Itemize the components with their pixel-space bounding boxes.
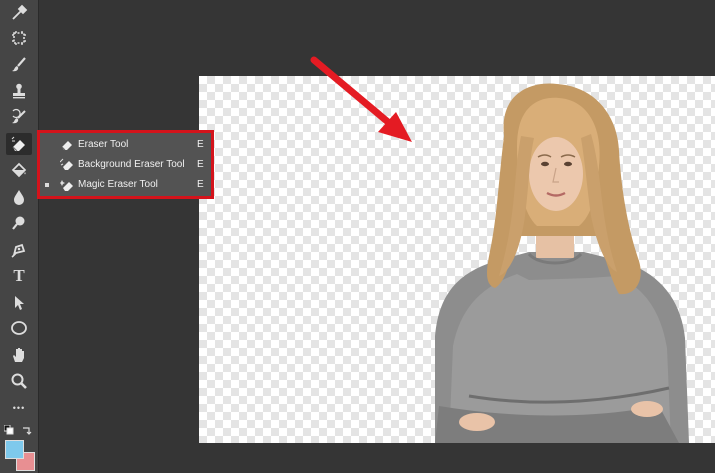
eyedropper-icon bbox=[12, 4, 28, 20]
background-eraser-icon bbox=[60, 158, 73, 170]
crop-tool[interactable] bbox=[6, 27, 32, 49]
paint-bucket-icon bbox=[11, 162, 27, 178]
hand-icon bbox=[13, 348, 24, 362]
blur-tool[interactable] bbox=[6, 186, 32, 208]
menu-item-magic-eraser-tool[interactable]: Magic Eraser Tool E bbox=[40, 175, 211, 195]
paint-bucket-tool[interactable] bbox=[6, 160, 32, 182]
default-colors-icon[interactable] bbox=[4, 425, 14, 435]
hand-tool[interactable] bbox=[6, 344, 32, 366]
document-canvas[interactable] bbox=[199, 76, 715, 443]
menu-item-label: Background Eraser Tool bbox=[78, 159, 185, 170]
type-tool[interactable]: T bbox=[6, 265, 32, 287]
ellipse-tool[interactable] bbox=[6, 317, 32, 339]
crop-icon bbox=[12, 31, 26, 45]
pen-tool[interactable] bbox=[6, 239, 32, 261]
ellipse-icon bbox=[11, 321, 27, 335]
swap-colors-icon[interactable] bbox=[22, 425, 32, 435]
menu-item-eraser-tool[interactable]: Eraser Tool E bbox=[40, 135, 211, 155]
pen-icon bbox=[11, 243, 26, 258]
eraser-icon bbox=[11, 136, 25, 152]
eraser-tool[interactable] bbox=[6, 133, 32, 155]
dodge-icon bbox=[12, 216, 25, 230]
eyedropper-tool[interactable] bbox=[6, 2, 32, 24]
path-select-tool[interactable] bbox=[6, 292, 32, 314]
annotation-arrow bbox=[310, 56, 412, 142]
zoom-icon bbox=[11, 373, 27, 389]
brush-icon bbox=[12, 57, 26, 72]
menu-item-shortcut: E bbox=[197, 179, 204, 190]
stamp-tool[interactable] bbox=[6, 80, 32, 102]
eraser-tool-flyout-menu: Eraser Tool E Background Eraser Tool E M… bbox=[37, 130, 214, 199]
blur-drop-icon bbox=[14, 190, 24, 205]
magic-eraser-icon bbox=[60, 180, 73, 191]
history-brush-tool[interactable] bbox=[6, 106, 32, 128]
tools-panel: T ••• bbox=[0, 0, 39, 473]
stamp-icon bbox=[13, 83, 25, 99]
brush-tool[interactable] bbox=[6, 54, 32, 76]
selected-indicator bbox=[45, 183, 49, 187]
history-brush-icon bbox=[12, 108, 26, 124]
path-select-icon bbox=[15, 296, 24, 310]
zoom-tool[interactable] bbox=[6, 370, 32, 392]
menu-item-label: Eraser Tool bbox=[78, 139, 129, 150]
more-icon: ••• bbox=[12, 403, 26, 413]
menu-item-label: Magic Eraser Tool bbox=[78, 179, 158, 190]
eraser-icon bbox=[61, 141, 72, 151]
menu-item-shortcut: E bbox=[197, 139, 204, 150]
more-tools-button[interactable]: ••• bbox=[6, 397, 32, 419]
menu-item-shortcut: E bbox=[197, 159, 204, 170]
dodge-tool[interactable] bbox=[6, 212, 32, 234]
foreground-color-swatch[interactable] bbox=[5, 440, 24, 459]
photo-woman bbox=[435, 83, 689, 443]
menu-item-background-eraser-tool[interactable]: Background Eraser Tool E bbox=[40, 155, 211, 175]
type-icon: T bbox=[13, 266, 25, 285]
